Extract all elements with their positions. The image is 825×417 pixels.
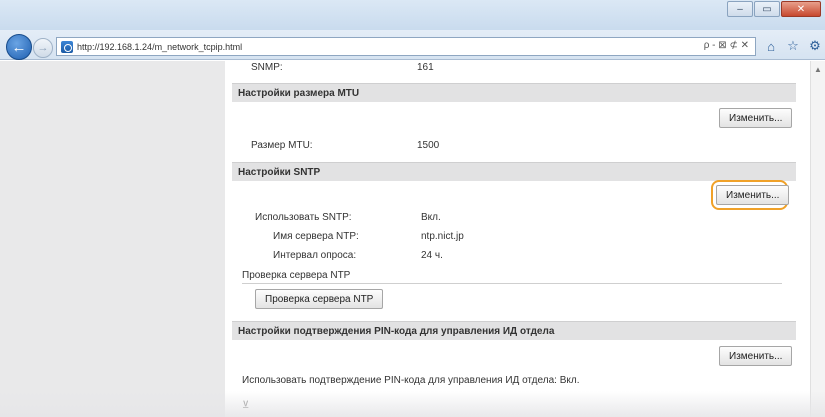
mtu-size-value: 1500 [417,140,440,151]
mtu-size-label: Размер MTU: [251,140,313,151]
address-bar[interactable]: http://192.168.1.24/m_network_tcpip.html… [56,37,756,56]
use-sntp-label: Использовать SNTP: [255,212,352,223]
mtu-section-header: Настройки размера MTU [232,83,796,102]
toolbar-icons: ⌂ ☆ ⚙ [764,38,822,54]
browser-window: – ▭ ✕ ← → http://192.168.1.24/m_network_… [0,0,825,417]
ntp-check-title: Проверка сервера NTP [242,270,351,281]
forward-button[interactable]: → [33,38,53,58]
minimize-button[interactable]: – [727,1,753,17]
snmp-value: 161 [417,62,434,73]
pin-section-header: Настройки подтверждения PIN-кода для упр… [232,321,796,340]
url-text: http://192.168.1.24/m_network_tcpip.html [77,41,243,52]
pin-section-title: Настройки подтверждения PIN-кода для упр… [238,325,555,337]
ntp-server-value: ntp.nict.jp [421,231,464,242]
arrow-right-icon: → [37,42,49,54]
ntp-check-divider [242,283,782,284]
window-controls: – ▭ ✕ [726,1,821,19]
vertical-scrollbar[interactable]: ▲ [810,61,825,417]
address-tools[interactable]: ρ - ⊠ ⊄ ✕ [704,40,749,51]
mtu-edit-button[interactable]: Изменить... [719,108,793,128]
mtu-section-title: Настройки размера MTU [238,87,360,99]
home-icon[interactable]: ⌂ [764,39,778,54]
poll-interval-value: 24 ч. [421,250,443,261]
gear-icon[interactable]: ⚙ [808,38,822,53]
close-button[interactable]: ✕ [781,1,821,17]
page-icon [61,40,73,53]
snmp-label: SNMP: [251,62,283,73]
settings-main: SNMP: 161 Настройки размера MTU Изменить… [225,61,810,417]
star-icon[interactable]: ☆ [786,38,800,53]
use-pin-text: Использовать подтверждение PIN-кода для … [242,375,580,386]
pin-edit-button[interactable]: Изменить... [719,346,793,366]
sntp-section-title: Настройки SNTP [238,166,321,178]
page-content: SNMP: 161 Настройки размера MTU Изменить… [0,61,825,417]
ntp-server-label: Имя сервера NTP: [273,231,359,242]
scroll-up-icon[interactable]: ▲ [814,65,822,74]
title-bar: – ▭ ✕ [0,0,825,30]
ntp-check-button[interactable]: Проверка сервера NTP [255,289,384,309]
use-sntp-value: Вкл. [421,212,441,223]
arrow-left-icon: ← [11,38,27,56]
poll-interval-label: Интервал опроса: [273,250,357,261]
maximize-button[interactable]: ▭ [754,1,780,17]
navigation-bar: ← → http://192.168.1.24/m_network_tcpip.… [0,30,825,60]
bottom-fade-overlay [0,391,825,417]
left-navigation-pane [0,61,225,417]
back-button[interactable]: ← [6,34,32,60]
sntp-section-header: Настройки SNTP [232,162,796,181]
sntp-edit-button[interactable]: Изменить... [716,185,790,205]
